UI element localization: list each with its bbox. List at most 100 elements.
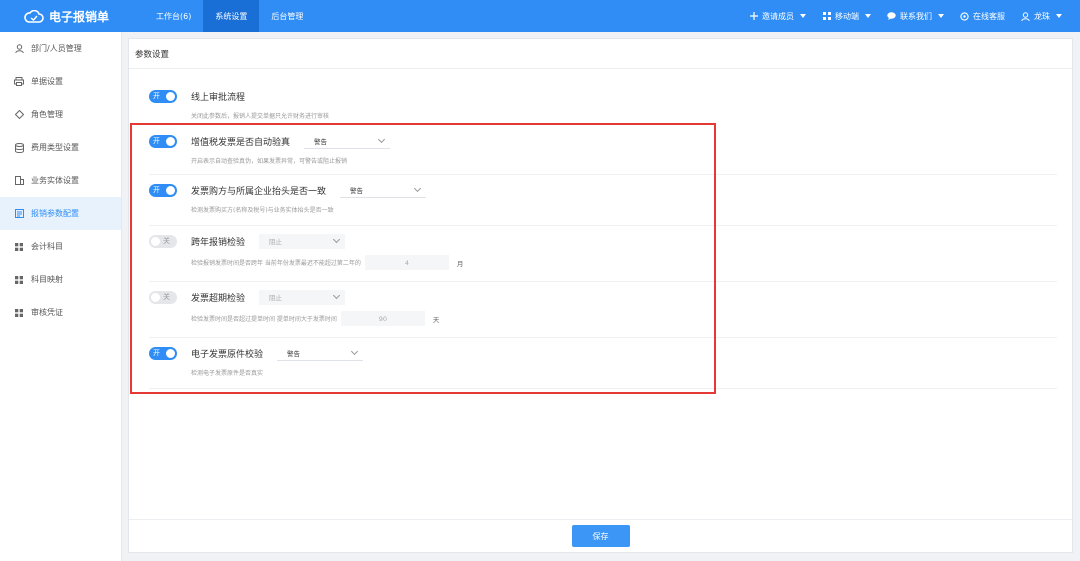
setting-vat-auto-verify: 开 增值税发票是否自动验真 警告 开启表示自动查验真伪，如果发票异常，可警告或阻… bbox=[149, 132, 1057, 175]
app-logo[interactable]: 电子报销单 bbox=[0, 8, 122, 25]
sidebar-item-label: 科目映射 bbox=[31, 275, 63, 284]
sidebar-item-expense-types[interactable]: 费用类型设置 bbox=[0, 131, 121, 164]
online-service-button[interactable]: 在线客服 bbox=[960, 11, 1005, 22]
setting-online-approval: 开 线上审批流程 关闭此参数后，报销人提交单据只允许财务进行审核 bbox=[149, 87, 1057, 125]
top-right-menu: 邀请成员 移动端 联系我们 在线客服 龙珠 bbox=[749, 11, 1080, 22]
top-bar: 电子报销单 工作台(6) 系统设置 后台管理 邀请成员 移动端 联系我们 在线客… bbox=[0, 0, 1080, 32]
toggle-label: 开 bbox=[153, 349, 160, 357]
months-input[interactable]: 4 bbox=[364, 255, 449, 270]
document-icon bbox=[14, 209, 24, 219]
sidebar-item-department-staff[interactable]: 部门/人员管理 bbox=[0, 32, 121, 65]
toggle-label: 开 bbox=[153, 92, 160, 100]
user-icon bbox=[1021, 11, 1030, 21]
sidebar-item-document-settings[interactable]: 单据设置 bbox=[0, 65, 121, 98]
action-select[interactable]: 阻止 bbox=[259, 289, 346, 305]
printer-icon bbox=[14, 77, 24, 87]
unit-label: 月 bbox=[456, 259, 464, 268]
panel-footer: 保存 bbox=[129, 519, 1072, 552]
sidebar: 部门/人员管理 单据设置 角色管理 费用类型设置 业务实体设置 报销参数配置 会… bbox=[0, 32, 122, 561]
setting-label: 电子发票原件校验 bbox=[191, 349, 264, 360]
toggle-label: 关 bbox=[163, 293, 170, 301]
sidebar-item-subject-mapping[interactable]: 科目映射 bbox=[0, 263, 121, 296]
setting-e-invoice-original-check: 开 电子发票原件校验 警告 检测电子发票原件是否真实 bbox=[149, 344, 1057, 389]
sidebar-item-label: 报销参数配置 bbox=[31, 209, 79, 218]
toggle-switch[interactable]: 关 bbox=[149, 234, 177, 248]
chevron-down-icon bbox=[377, 135, 386, 143]
sidebar-item-label: 审核凭证 bbox=[31, 308, 63, 317]
sidebar-item-reimbursement-params[interactable]: 报销参数配置 bbox=[0, 197, 121, 230]
sidebar-item-label: 部门/人员管理 bbox=[31, 44, 82, 53]
setting-description-row: 检验发票时间是否超过提单时间 提单时间大于发票时间 90 天 bbox=[191, 311, 1057, 326]
unit-label: 天 bbox=[432, 315, 440, 324]
setting-description: 关闭此参数后，报销人提交单据只允许财务进行审核 bbox=[191, 113, 330, 120]
select-value: 警告 bbox=[287, 349, 301, 358]
online-label: 在线客服 bbox=[973, 11, 1005, 21]
tab-workbench[interactable]: 工作台(6) bbox=[144, 0, 203, 32]
select-value: 阻止 bbox=[269, 294, 283, 302]
chat-icon bbox=[887, 12, 896, 21]
role-icon bbox=[14, 110, 24, 120]
toggle-label: 开 bbox=[153, 137, 160, 145]
action-select[interactable]: 警告 bbox=[304, 134, 391, 149]
save-button[interactable]: 保存 bbox=[571, 525, 630, 547]
setting-description: 检测电子发票原件是否真实 bbox=[191, 370, 264, 377]
setting-description: 检验报销发票时间是否跨年 当前年份发票最迟不能超过第二年的 bbox=[191, 260, 361, 267]
chevron-down-icon bbox=[332, 291, 341, 300]
contact-us-menu[interactable]: 联系我们 bbox=[887, 11, 944, 22]
sidebar-item-label: 角色管理 bbox=[31, 110, 63, 119]
setting-label: 线上审批流程 bbox=[191, 92, 246, 103]
top-nav: 工作台(6) 系统设置 后台管理 bbox=[122, 0, 315, 32]
setting-description: 开启表示自动查验真伪，如果发票异常，可警告或阻止报销 bbox=[191, 158, 348, 165]
toggle-switch[interactable]: 开 bbox=[149, 183, 177, 197]
qrcode-icon bbox=[822, 12, 831, 21]
select-value: 警告 bbox=[314, 137, 328, 146]
toggle-switch[interactable]: 开 bbox=[149, 134, 177, 148]
toggle-knob bbox=[166, 348, 175, 358]
toggle-knob bbox=[151, 292, 160, 302]
setting-label: 发票超期检验 bbox=[191, 293, 246, 304]
sidebar-item-audit-voucher[interactable]: 审核凭证 bbox=[0, 296, 121, 329]
action-select[interactable]: 阻止 bbox=[259, 233, 346, 249]
setting-description: 检测发票购买方(名称及税号)与业务实体抬头是否一致 bbox=[191, 207, 334, 214]
sidebar-item-role-management[interactable]: 角色管理 bbox=[0, 98, 121, 131]
plus-icon bbox=[749, 12, 758, 21]
toggle-switch[interactable]: 开 bbox=[149, 89, 177, 103]
grid-icon bbox=[14, 275, 24, 285]
tab-system-settings[interactable]: 系统设置 bbox=[203, 0, 260, 32]
setting-description-row: 检验报销发票时间是否跨年 当前年份发票最迟不能超过第二年的 4 月 bbox=[191, 255, 1057, 270]
toggle-switch[interactable]: 开 bbox=[149, 346, 177, 360]
contact-label: 联系我们 bbox=[900, 11, 932, 21]
setting-cross-year-check: 关 跨年报销检验 阻止 检验报销发票时间是否跨年 当前年份发票最迟不能超过第二年… bbox=[149, 232, 1057, 282]
user-menu[interactable]: 龙珠 bbox=[1021, 11, 1062, 22]
setting-invoice-overdue-check: 关 发票超期检验 阻止 检验发票时间是否超过提单时间 提单时间大于发票时间 90… bbox=[149, 288, 1057, 338]
mobile-menu[interactable]: 移动端 bbox=[822, 11, 871, 22]
sidebar-item-label: 单据设置 bbox=[31, 77, 63, 86]
setting-buyer-title-match: 开 发票购方与所属企业抬头是否一致 警告 检测发票购买方(名称及税号)与业务实体… bbox=[149, 181, 1057, 226]
select-value: 警告 bbox=[350, 186, 364, 195]
sidebar-item-business-entity[interactable]: 业务实体设置 bbox=[0, 164, 121, 197]
action-select[interactable]: 警告 bbox=[277, 346, 364, 361]
chevron-down-icon bbox=[350, 347, 359, 355]
toggle-switch[interactable]: 关 bbox=[149, 290, 177, 304]
days-input[interactable]: 90 bbox=[340, 311, 425, 326]
database-icon bbox=[14, 142, 24, 153]
chevron-down-icon bbox=[1056, 14, 1062, 18]
sidebar-item-label: 会计科目 bbox=[31, 242, 63, 251]
sidebar-item-label: 费用类型设置 bbox=[31, 143, 79, 152]
invite-members-button[interactable]: 邀请成员 bbox=[749, 11, 806, 22]
action-select[interactable]: 警告 bbox=[340, 183, 427, 198]
invite-label: 邀请成员 bbox=[762, 11, 794, 21]
cloud-logo-icon bbox=[24, 10, 44, 23]
setting-description: 检验发票时间是否超过提单时间 提单时间大于发票时间 bbox=[191, 316, 337, 323]
app-title: 电子报销单 bbox=[49, 9, 110, 24]
toggle-knob bbox=[166, 136, 175, 146]
setting-label: 跨年报销检验 bbox=[191, 237, 246, 248]
chevron-down-icon bbox=[938, 14, 944, 18]
sidebar-item-accounting-subjects[interactable]: 会计科目 bbox=[0, 230, 121, 263]
setting-label: 增值税发票是否自动验真 bbox=[191, 137, 291, 148]
chevron-down-icon bbox=[413, 184, 422, 192]
headset-icon bbox=[960, 11, 969, 21]
toggle-label: 开 bbox=[153, 186, 160, 194]
toggle-knob bbox=[166, 91, 175, 101]
tab-admin[interactable]: 后台管理 bbox=[259, 0, 315, 32]
